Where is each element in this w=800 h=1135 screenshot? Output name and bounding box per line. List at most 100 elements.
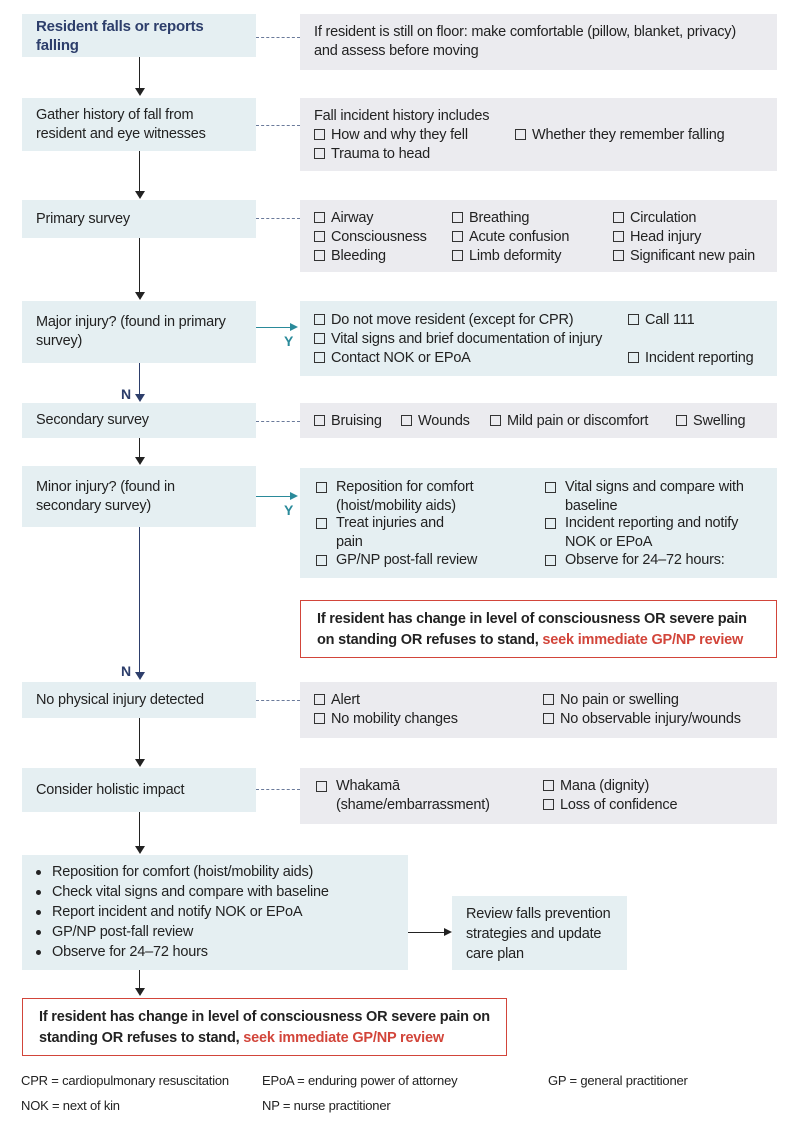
checklist-item: Limb deformity bbox=[452, 247, 561, 266]
step-label: Primary survey bbox=[36, 210, 130, 227]
arrow bbox=[139, 151, 140, 192]
arrow-head bbox=[135, 846, 145, 854]
checklist-item: Swelling bbox=[676, 412, 746, 431]
alert-box: If resident has change in level of consc… bbox=[300, 600, 777, 658]
step-label: Secondary survey bbox=[36, 412, 149, 428]
no-label: N bbox=[121, 386, 131, 402]
arrow-head bbox=[135, 394, 145, 402]
yes-label: Y bbox=[284, 333, 294, 349]
step-label: Consider holistic impact bbox=[36, 781, 185, 798]
detail-minor-injury: Reposition for comfort (hoist/mobility a… bbox=[300, 468, 777, 578]
yes-arrow bbox=[256, 323, 298, 331]
checklist-item: Acute confusion bbox=[452, 228, 569, 247]
arrow bbox=[139, 527, 140, 674]
arrow-head bbox=[135, 88, 145, 96]
no-label: N bbox=[121, 663, 131, 679]
checklist-item: Vital signs and brief documentation of i… bbox=[314, 330, 602, 349]
action-item: Reposition for comfort (hoist/mobility a… bbox=[22, 862, 408, 882]
connector bbox=[256, 421, 300, 422]
step-label: Resident falls or reports falling bbox=[36, 17, 204, 54]
yes-arrow bbox=[256, 492, 298, 500]
step-label: Minor injury? (found in secondary survey… bbox=[36, 478, 175, 514]
alert-highlight: seek immediate GP/NP review bbox=[243, 1030, 444, 1046]
checklist-item: Call 111 bbox=[628, 311, 695, 330]
checklist-item: Bleeding bbox=[314, 247, 386, 266]
step-history: Gather history of fall from resident and… bbox=[22, 98, 256, 151]
connector bbox=[256, 700, 300, 701]
checklist-item: No observable injury/wounds bbox=[543, 710, 741, 729]
step-label: Gather history of fall from resident and… bbox=[36, 106, 206, 142]
connector bbox=[256, 125, 300, 126]
yes-label: Y bbox=[284, 502, 294, 518]
action-item: Observe for 24–72 hours bbox=[22, 942, 408, 962]
review-box: Review falls prevention strategies and u… bbox=[452, 896, 627, 970]
arrow-head bbox=[135, 191, 145, 199]
arrow bbox=[139, 57, 140, 89]
arrow-head bbox=[135, 457, 145, 465]
arrow bbox=[139, 970, 140, 989]
checklist-item: Wounds bbox=[401, 412, 470, 431]
checklist-item: Alert bbox=[314, 691, 360, 710]
checklist-item: Mild pain or discomfort bbox=[490, 412, 648, 431]
checklist-item: No mobility changes bbox=[314, 710, 458, 729]
checklist-item: Treat injuries and pain bbox=[314, 514, 474, 552]
step-label: No physical injury detected bbox=[36, 691, 204, 708]
checklist-item: Breathing bbox=[452, 209, 529, 228]
checklist-item: Whether they remember falling bbox=[515, 126, 725, 145]
step-secondary-survey: Secondary survey bbox=[22, 403, 256, 438]
checklist-item: Head injury bbox=[613, 228, 701, 247]
step-fall: Resident falls or reports falling bbox=[22, 14, 256, 57]
checklist-item: Bruising bbox=[314, 412, 382, 431]
checklist-item: Vital signs and compare with baseline bbox=[543, 478, 763, 516]
arrow-head bbox=[135, 672, 145, 680]
checklist-item: Consciousness bbox=[314, 228, 427, 247]
detail-floor: If resident is still on floor: make comf… bbox=[300, 14, 777, 70]
step-major-injury: Major injury? (found in primary survey) bbox=[22, 301, 256, 363]
checklist-item: Loss of confidence bbox=[543, 796, 678, 815]
step-minor-injury: Minor injury? (found in secondary survey… bbox=[22, 466, 256, 527]
detail-major-injury: Do not move resident (except for CPR) Ca… bbox=[300, 301, 777, 376]
checklist-item: Do not move resident (except for CPR) bbox=[314, 311, 574, 330]
action-item: Check vital signs and compare with basel… bbox=[22, 882, 408, 902]
arrow-head bbox=[444, 928, 452, 936]
checklist-item: Whakamā (shame/embarrassment) bbox=[314, 777, 514, 815]
checklist-item: Incident reporting bbox=[628, 349, 754, 368]
arrow-head bbox=[135, 759, 145, 767]
checklist-item: No pain or swelling bbox=[543, 691, 679, 710]
step-no-injury: No physical injury detected bbox=[22, 682, 256, 718]
detail-secondary-survey: Bruising Wounds Mild pain or discomfort … bbox=[300, 403, 777, 438]
actions-box: Reposition for comfort (hoist/mobility a… bbox=[22, 855, 408, 970]
legend-item: NP = nurse practitioner bbox=[262, 1098, 391, 1113]
checklist-item: Significant new pain bbox=[613, 247, 755, 266]
checklist-item: Incident reporting and notify NOK or EPo… bbox=[543, 514, 743, 552]
detail-text: If resident is still on floor: make comf… bbox=[314, 24, 736, 59]
checklist-item: Reposition for comfort (hoist/mobility a… bbox=[314, 478, 524, 516]
alert-box: If resident has change in level of consc… bbox=[22, 998, 507, 1056]
step-primary-survey: Primary survey bbox=[22, 200, 256, 238]
arrow bbox=[408, 932, 446, 933]
alert-highlight: seek immediate GP/NP review bbox=[542, 632, 744, 648]
legend-item: CPR = cardiopulmonary resuscitation bbox=[21, 1073, 229, 1088]
connector bbox=[256, 218, 300, 219]
arrow bbox=[139, 363, 140, 396]
step-holistic: Consider holistic impact bbox=[22, 768, 256, 812]
step-label: Major injury? (found in primary survey) bbox=[36, 314, 226, 349]
legend-item: NOK = next of kin bbox=[21, 1098, 120, 1113]
arrow bbox=[139, 812, 140, 847]
detail-no-injury: Alert No pain or swelling No mobility ch… bbox=[300, 682, 777, 738]
connector bbox=[256, 789, 300, 790]
checklist-item: How and why they fell bbox=[314, 126, 468, 145]
detail-holistic: Whakamā (shame/embarrassment) Mana (dign… bbox=[300, 768, 777, 824]
checklist-item: Trauma to head bbox=[314, 145, 430, 164]
arrow-head bbox=[135, 292, 145, 300]
arrow bbox=[139, 718, 140, 760]
legend-item: GP = general practitioner bbox=[548, 1073, 688, 1088]
detail-history: Fall incident history includes How and w… bbox=[300, 98, 777, 171]
detail-title: Fall incident history includes bbox=[314, 108, 490, 124]
detail-primary-survey: Airway Breathing Circulation Consciousne… bbox=[300, 200, 777, 272]
connector bbox=[256, 37, 300, 38]
checklist-item: Airway bbox=[314, 209, 374, 228]
checklist-item: Mana (dignity) bbox=[543, 777, 649, 796]
action-item: Report incident and notify NOK or EPoA bbox=[22, 902, 408, 922]
arrow bbox=[139, 438, 140, 458]
